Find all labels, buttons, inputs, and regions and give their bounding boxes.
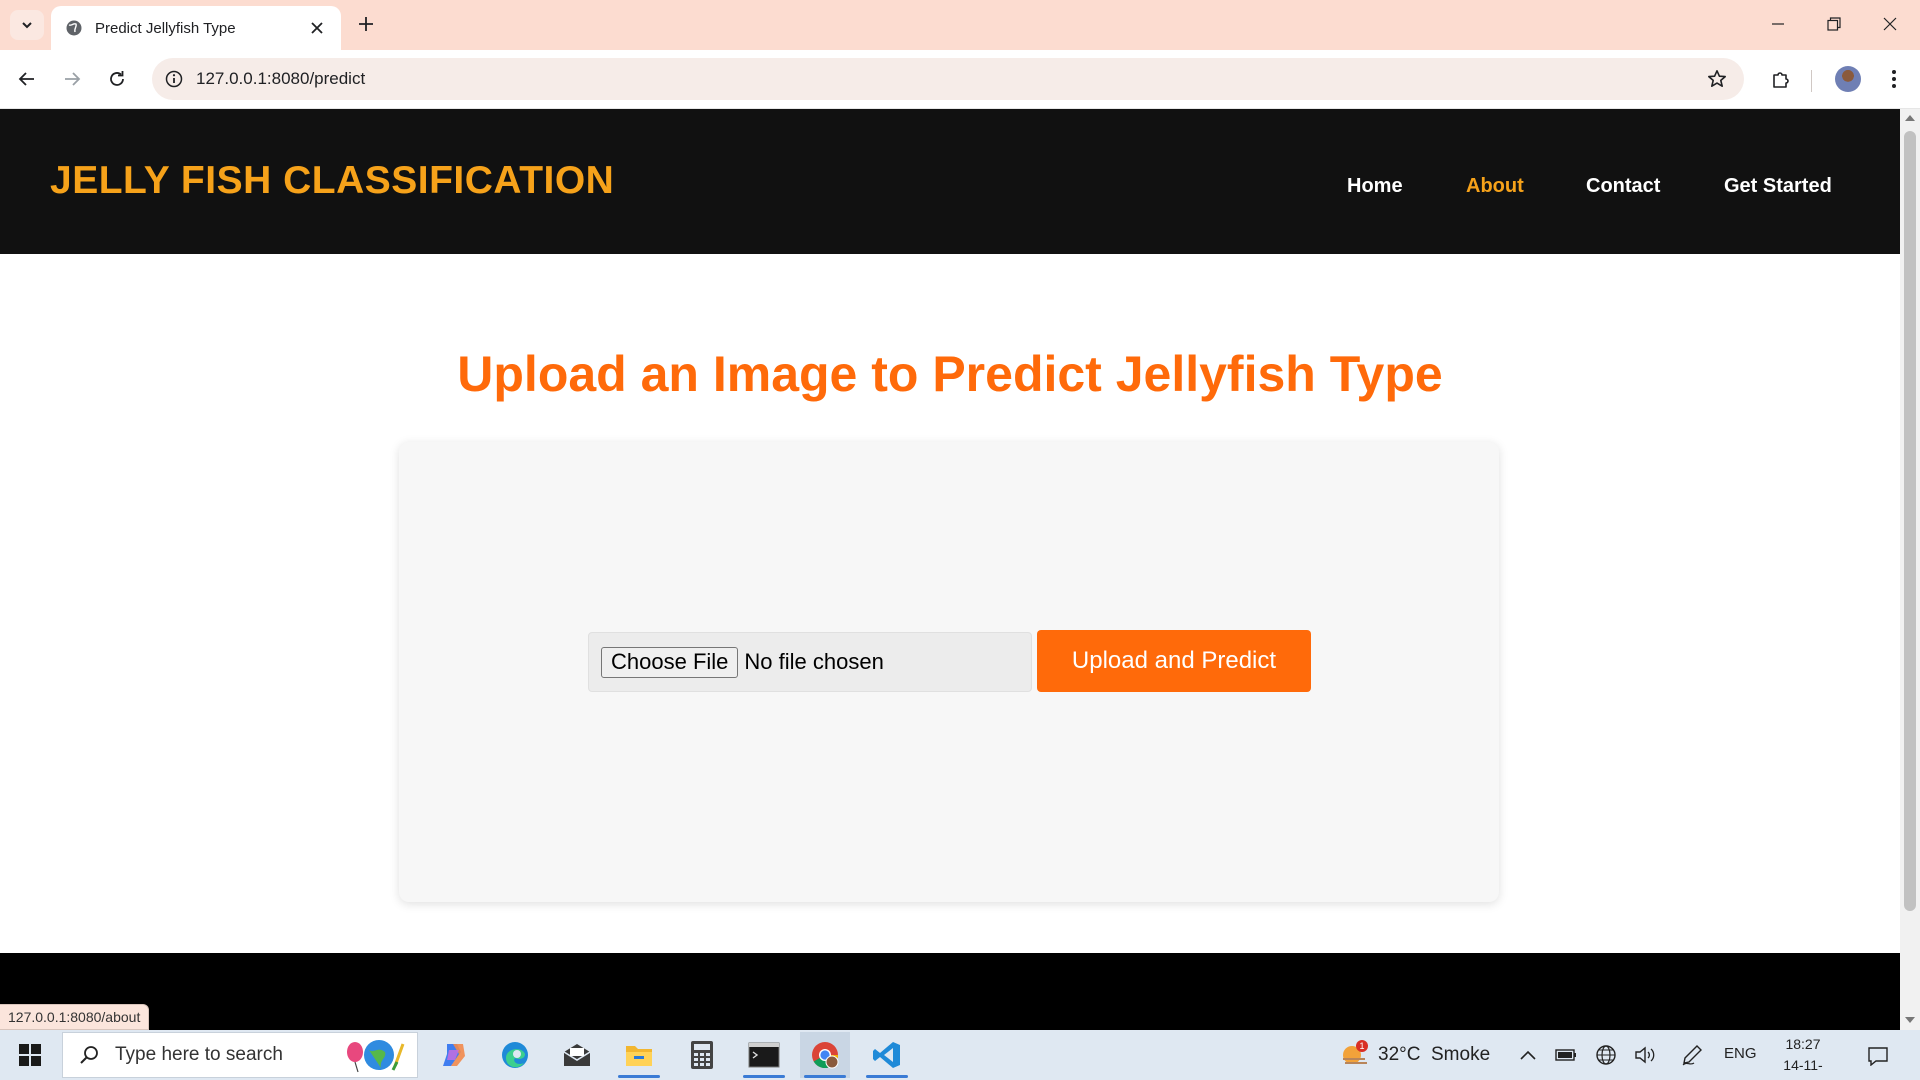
hidden-icons-chevron-icon[interactable] xyxy=(1515,1042,1541,1068)
taskbar-search[interactable]: Type here to search xyxy=(62,1032,418,1078)
chevron-down-icon xyxy=(22,22,32,29)
taskbar-clock[interactable]: 18:27 14-11-2024 xyxy=(1768,1034,1838,1080)
toolbar-separator xyxy=(1811,70,1812,92)
file-input[interactable]: Choose File No file chosen xyxy=(588,632,1032,692)
new-tab-button[interactable] xyxy=(354,12,378,36)
chrome-icon xyxy=(812,1042,839,1069)
url-text[interactable]: 127.0.0.1:8080/predict xyxy=(196,69,1702,89)
page-title: Upload an Image to Predict Jellyfish Typ… xyxy=(457,346,1443,402)
extensions-button[interactable] xyxy=(1766,64,1796,94)
copilot-icon xyxy=(443,1044,465,1066)
taskbar-mail[interactable] xyxy=(552,1032,602,1078)
weather-widget[interactable]: 1 32°C Smoke xyxy=(1340,1038,1490,1072)
volume-icon[interactable] xyxy=(1633,1042,1659,1068)
vscode-icon xyxy=(873,1042,900,1068)
browser-toolbar: 127.0.0.1:8080/predict xyxy=(0,50,1920,109)
minimize-icon xyxy=(1772,23,1784,25)
restore-button[interactable] xyxy=(1814,8,1854,40)
weather-alert-badge: 1 xyxy=(1359,1041,1364,1051)
choose-file-button[interactable]: Choose File xyxy=(601,646,739,678)
taskbar-file-explorer[interactable] xyxy=(614,1032,664,1078)
browser-menu-button[interactable] xyxy=(1879,64,1909,94)
tab-title: Predict Jellyfish Type xyxy=(95,19,236,37)
taskbar-vscode[interactable] xyxy=(862,1032,912,1078)
plus-icon xyxy=(359,17,373,31)
close-window-button[interactable] xyxy=(1870,8,1910,40)
page-viewport: JELLY FISH CLASSIFICATION Home About Con… xyxy=(0,109,1900,1030)
weather-text: 32°C Smoke xyxy=(1378,1044,1491,1065)
nav-contact[interactable]: Contact xyxy=(1586,175,1660,198)
mail-icon xyxy=(563,1044,591,1066)
clock-date: 14-11-2024 xyxy=(1783,1057,1823,1080)
scroll-thumb[interactable] xyxy=(1904,131,1916,911)
scroll-up-icon[interactable] xyxy=(1905,113,1915,123)
search-highlight-icon xyxy=(339,1035,409,1075)
bookmark-star-icon[interactable] xyxy=(1702,64,1732,94)
nav-get-started[interactable]: Get Started xyxy=(1724,175,1832,198)
browser-tab-strip: Predict Jellyfish Type xyxy=(0,0,1920,50)
forward-button[interactable] xyxy=(57,64,87,94)
nav-home[interactable]: Home xyxy=(1347,175,1403,198)
back-button[interactable] xyxy=(12,64,42,94)
page-scrollbar[interactable] xyxy=(1900,109,1920,1030)
pen-workspace-icon[interactable] xyxy=(1679,1042,1705,1068)
puzzle-icon xyxy=(1773,72,1789,88)
taskbar-edge[interactable] xyxy=(490,1032,540,1078)
file-explorer-icon xyxy=(626,1046,652,1066)
arrow-right-icon xyxy=(65,72,81,86)
scroll-down-icon[interactable] xyxy=(1905,1015,1915,1025)
input-language[interactable]: ENG xyxy=(1724,1045,1757,1062)
site-header: JELLY FISH CLASSIFICATION Home About Con… xyxy=(0,109,1900,254)
tab-search-button[interactable] xyxy=(10,10,44,40)
clock-time: 18:27 xyxy=(1785,1036,1821,1052)
address-bar[interactable]: 127.0.0.1:8080/predict xyxy=(152,58,1744,100)
taskbar: Type here to search 1 32°C Smoke ENG 18:… xyxy=(0,1030,1920,1080)
search-placeholder: Type here to search xyxy=(115,1044,283,1065)
edge-icon xyxy=(502,1042,528,1068)
taskbar-terminal[interactable] xyxy=(739,1032,789,1078)
taskbar-calculator[interactable] xyxy=(677,1032,727,1078)
upload-card: Choose File No file chosen Upload and Pr… xyxy=(399,442,1499,902)
site-info-icon[interactable] xyxy=(162,67,186,91)
weather-haze-icon: 1 xyxy=(1343,1040,1368,1064)
start-button[interactable] xyxy=(10,1039,50,1071)
calculator-icon xyxy=(691,1041,713,1069)
notifications-icon[interactable] xyxy=(1864,1042,1892,1070)
upload-predict-button[interactable]: Upload and Predict xyxy=(1037,630,1311,692)
globe-icon xyxy=(66,20,82,36)
site-footer xyxy=(0,953,1900,1030)
minimize-button[interactable] xyxy=(1758,8,1798,40)
search-icon xyxy=(77,1043,101,1067)
site-brand: JELLY FISH CLASSIFICATION xyxy=(50,159,615,202)
close-tab-icon[interactable] xyxy=(307,18,327,38)
link-status-bubble: 127.0.0.1:8080/about xyxy=(0,1004,150,1030)
reload-icon xyxy=(110,71,124,86)
terminal-icon xyxy=(748,1042,780,1068)
active-tab[interactable]: Predict Jellyfish Type xyxy=(51,6,341,50)
nav-about[interactable]: About xyxy=(1466,175,1524,198)
arrow-left-icon xyxy=(18,72,34,86)
reload-button[interactable] xyxy=(102,64,132,94)
profile-avatar[interactable] xyxy=(1835,66,1861,92)
restore-icon xyxy=(1827,17,1841,31)
file-status-text: No file chosen xyxy=(744,649,884,674)
network-globe-icon[interactable] xyxy=(1593,1042,1619,1068)
windows-icon xyxy=(19,1044,41,1066)
more-vert-icon xyxy=(1892,70,1896,88)
taskbar-copilot[interactable] xyxy=(429,1032,479,1078)
taskbar-chrome[interactable] xyxy=(800,1032,850,1078)
close-icon xyxy=(1883,17,1897,31)
battery-icon[interactable] xyxy=(1553,1042,1579,1068)
